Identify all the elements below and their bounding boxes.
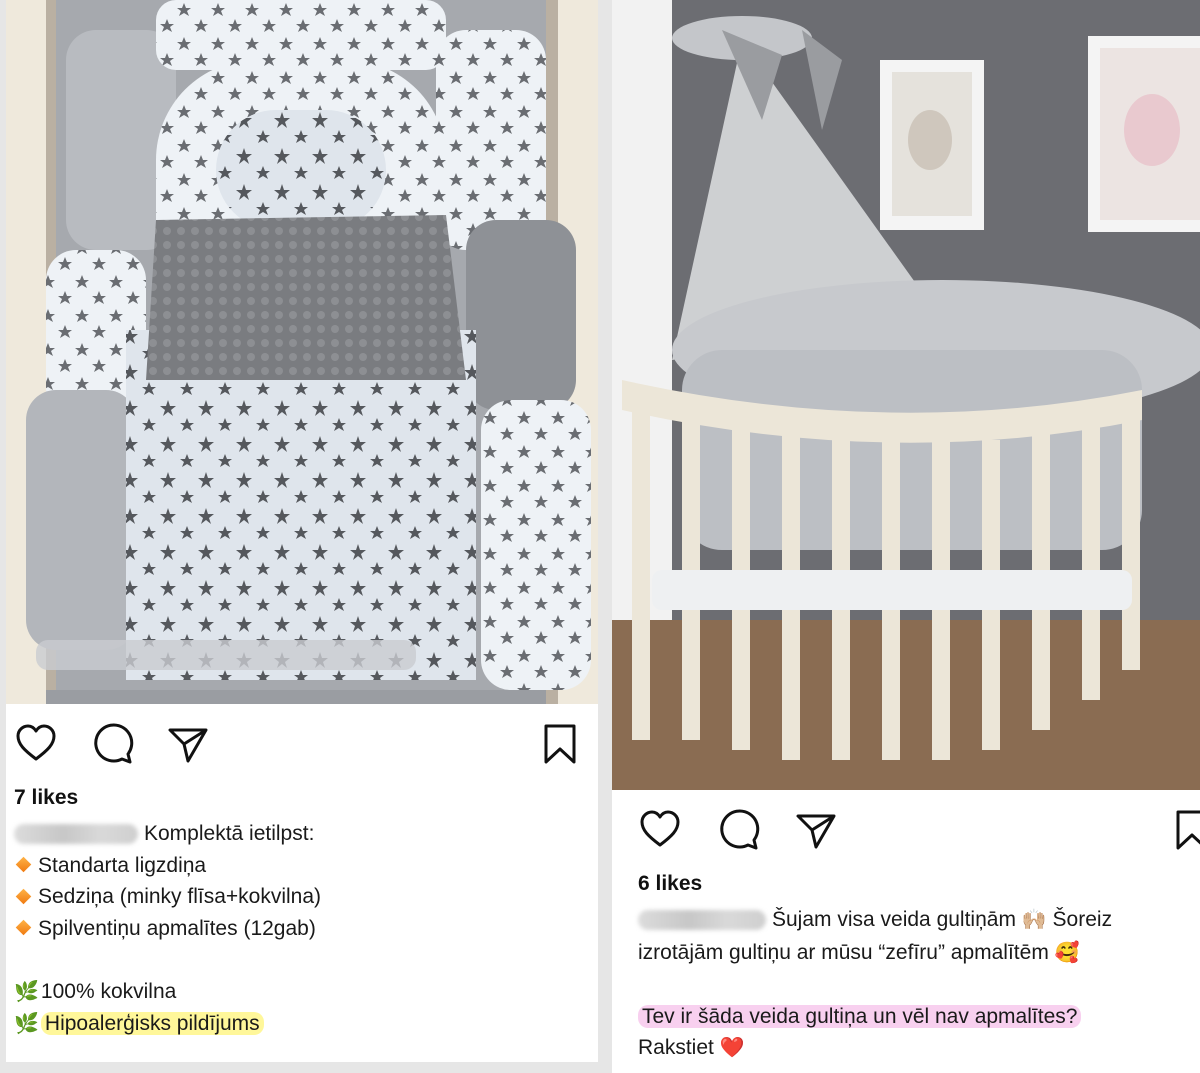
comment-bubble-icon[interactable] — [716, 808, 760, 852]
heart-icon[interactable] — [14, 722, 58, 766]
caption-item: Standarta ligzdiņa — [14, 850, 590, 882]
caption-line: izrotājām gultiņu ar mūsu “zefīru” apmal… — [638, 937, 1190, 970]
action-bar — [6, 716, 598, 772]
post-caption: Šujam visa veida gultiņām 🙌🏼 Šoreiz izro… — [638, 904, 1190, 1065]
blurred-username[interactable] — [14, 824, 138, 845]
raising-hands-emoji-icon: 🙌🏼 — [1021, 909, 1047, 931]
post-caption: Komplektā ietilpst: Standarta ligzdiņa S… — [14, 818, 590, 1041]
caption-item-text: Spilventiņu apmalītes (12gab) — [38, 916, 316, 940]
caption-cta: Rakstiet — [638, 1036, 714, 1059]
caption-item-text: Sedziņa (minky flīsa+kokvilna) — [38, 885, 322, 908]
action-bar — [612, 802, 1200, 858]
orange-diamond-icon — [15, 920, 32, 936]
post-photo-crib-star-bedding[interactable] — [6, 0, 598, 704]
herb-icon: 🌿 — [14, 980, 39, 1003]
red-heart-emoji-icon: ❤️ — [719, 1037, 745, 1059]
post-left: 7 likes Komplektā ietilpst: Standarta li… — [6, 0, 598, 1062]
comment-bubble-icon[interactable] — [90, 722, 134, 766]
caption-item: Spilventiņu apmalītes (12gab) — [14, 913, 590, 945]
bookmark-icon[interactable] — [538, 722, 582, 766]
likes-count[interactable]: 6 likes — [638, 872, 702, 896]
crib-star-bedding-image — [6, 0, 598, 704]
caption-feature-text-highlighted: Hipoalerģisks pildījums — [40, 1012, 264, 1035]
caption-text: izrotājām gultiņu ar mūsu “zefīru” apmal… — [638, 940, 1049, 964]
smiling-hearts-emoji-icon: 🥰 — [1054, 941, 1080, 964]
likes-count[interactable]: 7 likes — [14, 786, 78, 810]
heart-icon[interactable] — [638, 808, 682, 852]
caption-line: Rakstiet ❤️ — [638, 1032, 1190, 1065]
paper-plane-icon[interactable] — [794, 808, 838, 852]
caption-item: Sedziņa (minky flīsa+kokvilna) — [14, 881, 590, 913]
caption-text: Šoreiz — [1052, 908, 1113, 931]
caption-line: Tev ir šāda veida gultiņa un vēl nav apm… — [638, 1001, 1190, 1033]
caption-question-highlighted: Tev ir šāda veida gultiņa un vēl nav apm… — [638, 1004, 1082, 1028]
post-photo-oval-crib[interactable] — [612, 0, 1200, 790]
bookmark-icon[interactable] — [1170, 808, 1200, 852]
post-right: 6 likes Šujam visa veida gultiņām 🙌🏼 Šor… — [612, 0, 1200, 1073]
herb-icon: 🌿 — [14, 1013, 39, 1035]
oval-crib-image — [612, 0, 1200, 790]
caption-feature: 🌿 Hipoalerģisks pildījums — [14, 1008, 590, 1041]
caption-line: Šujam visa veida gultiņām 🙌🏼 Šoreiz — [638, 904, 1190, 937]
paper-plane-icon[interactable] — [166, 722, 210, 766]
caption-feature: 🌿100% kokvilna — [14, 976, 590, 1009]
blurred-username[interactable] — [638, 910, 766, 931]
orange-diamond-icon — [15, 888, 32, 905]
orange-diamond-icon — [15, 857, 32, 873]
caption-text: Šujam visa veida gultiņām — [772, 908, 1016, 931]
caption-intro: Komplektā ietilpst: — [144, 822, 315, 845]
caption-feature-text: 100% kokvilna — [40, 979, 177, 1003]
caption-item-text: Standarta ligzdiņa — [38, 853, 207, 877]
caption-intro-line: Komplektā ietilpst: — [14, 818, 590, 850]
